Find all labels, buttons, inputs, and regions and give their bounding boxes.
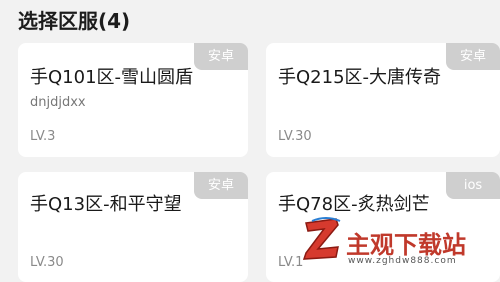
role-name: dnjdjdxx [30, 95, 86, 110]
server-card[interactable]: 安卓 手Q101区-雪山圆盾 dnjdjdxx LV.3 [18, 43, 248, 157]
platform-badge: ios [446, 172, 500, 199]
server-name: 手Q215区-大唐传奇 [278, 67, 442, 88]
server-card[interactable]: 安卓 手Q13区-和平守望 LV.30 [18, 172, 248, 282]
platform-badge: 安卓 [194, 172, 248, 199]
server-name: 手Q78区-炙热剑芒 [278, 194, 430, 215]
server-card[interactable]: 安卓 手Q215区-大唐传奇 LV.30 [266, 43, 500, 157]
site-watermark: 主观下载站 www.zghdw888.com [300, 215, 500, 271]
role-level: LV.30 [30, 255, 64, 270]
server-name: 手Q101区-雪山圆盾 [30, 67, 194, 88]
platform-badge: 安卓 [446, 43, 500, 70]
role-level: LV.3 [30, 129, 56, 144]
page-title: 选择区服(4) [18, 9, 131, 33]
role-level: LV.30 [278, 129, 312, 144]
platform-badge: 安卓 [194, 43, 248, 70]
server-name: 手Q13区-和平守望 [30, 194, 182, 215]
watermark-url: www.zghdw888.com [348, 256, 457, 266]
z-logo-icon [302, 217, 341, 260]
watermark-brand: 主观下载站 [346, 230, 466, 259]
